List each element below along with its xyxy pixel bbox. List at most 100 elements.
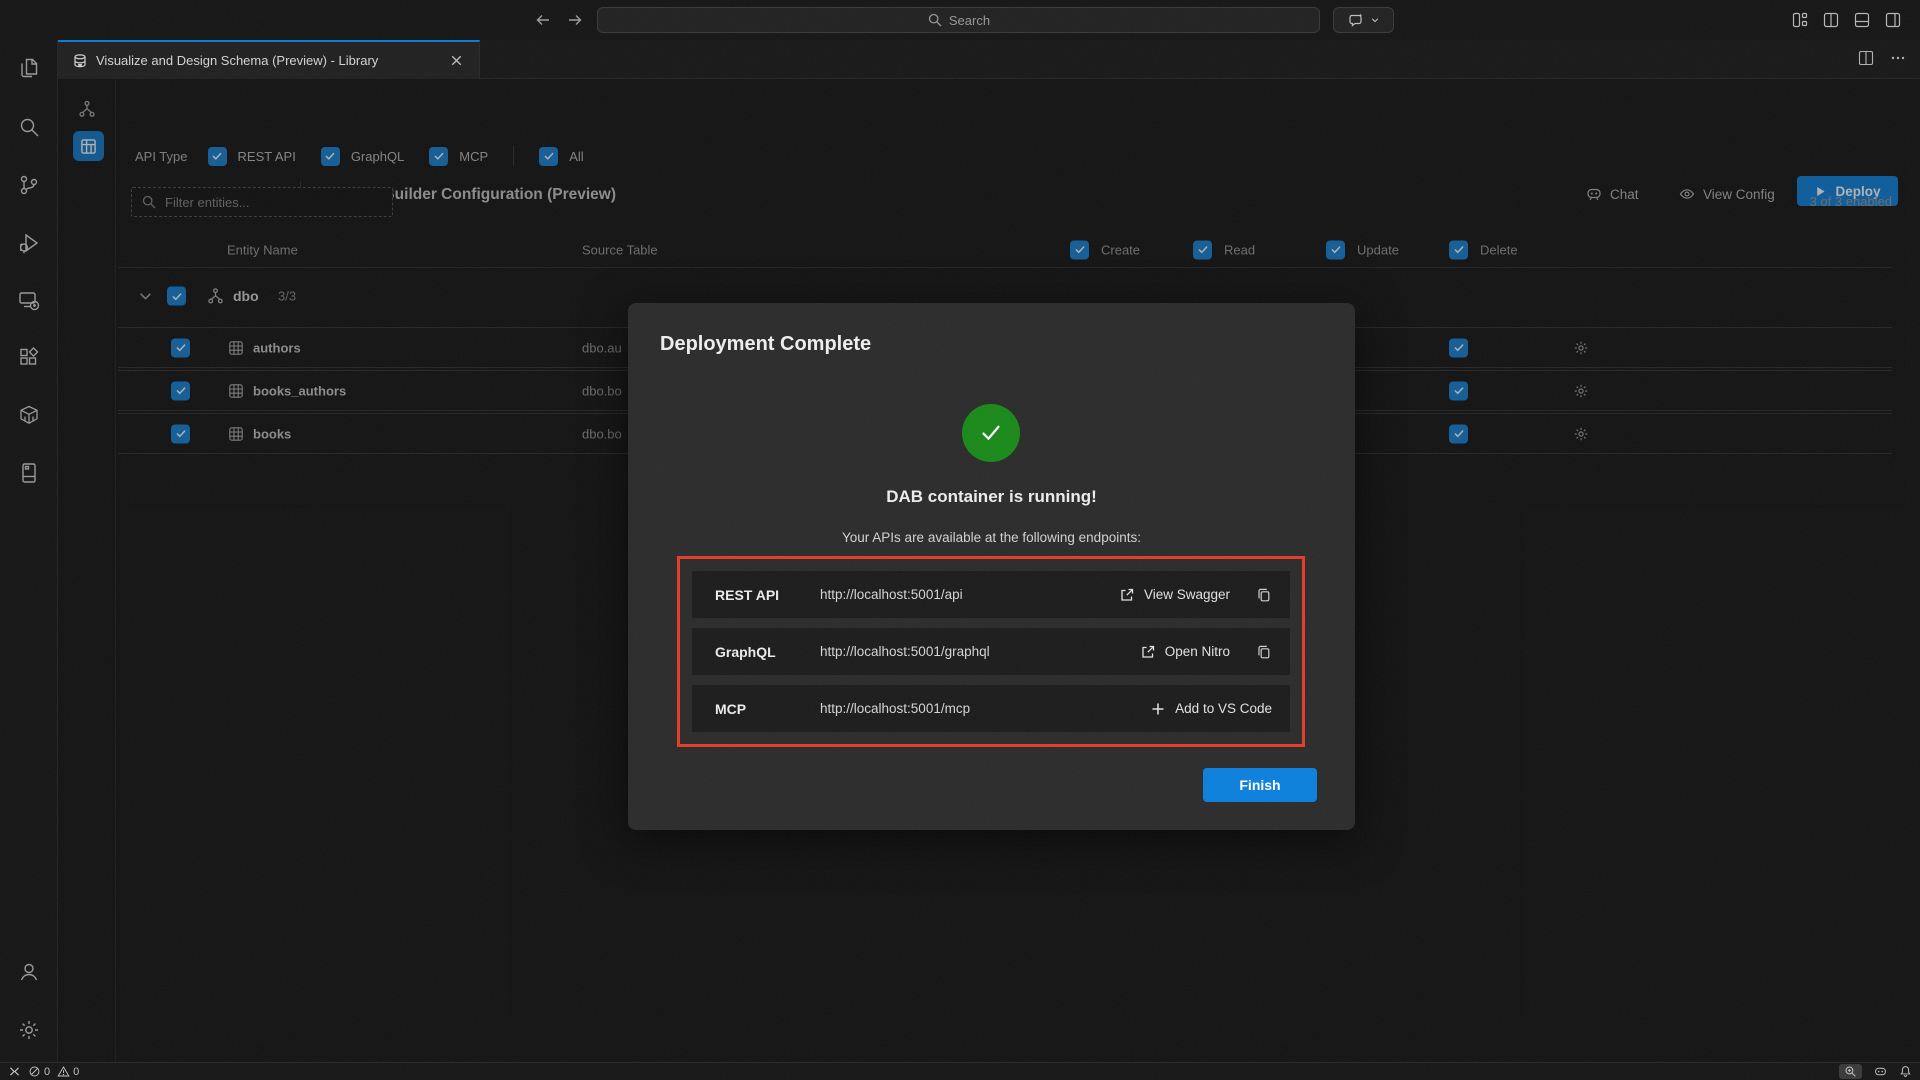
row-settings-gear-icon[interactable]: [1573, 383, 1589, 399]
command-center-search[interactable]: Search: [597, 7, 1320, 33]
external-link-icon: [1140, 644, 1156, 660]
copilot-icon[interactable]: [1874, 1065, 1887, 1078]
row-select-checkbox[interactable]: [171, 338, 190, 357]
container-icon[interactable]: [17, 403, 41, 427]
api-type-option-label: REST API: [238, 149, 296, 164]
warnings-indicator[interactable]: 0: [57, 1065, 79, 1078]
chat-button[interactable]: Chat: [1586, 186, 1639, 202]
table-config-icon[interactable]: [73, 131, 104, 161]
title-bar: Search: [0, 0, 1920, 40]
column-entity-name: Entity Name: [227, 242, 298, 257]
check-circle-icon: [962, 404, 1020, 462]
endpoint-row: MCP http://localhost:5001/mcp Add to VS …: [692, 685, 1290, 732]
endpoint-row: GraphQL http://localhost:5001/graphql Op…: [692, 628, 1290, 675]
endpoint-row: REST API http://localhost:5001/api View …: [692, 571, 1290, 618]
extensions-icon[interactable]: [17, 345, 41, 369]
customize-layout-icon[interactable]: [1791, 11, 1809, 29]
row-settings-gear-icon[interactable]: [1573, 340, 1589, 356]
split-editor-icon[interactable]: [1822, 11, 1840, 29]
source-table: dbo.bo: [582, 383, 622, 398]
row-select-checkbox[interactable]: [171, 381, 190, 400]
copy-icon[interactable]: [1256, 587, 1272, 603]
activity-bar: [0, 40, 58, 1062]
create-all-checkbox[interactable]: [1070, 240, 1089, 259]
api-type-option: All: [539, 147, 583, 166]
api-type-checkbox[interactable]: [321, 147, 340, 166]
close-icon[interactable]: [448, 52, 465, 69]
entity-name: books: [253, 426, 291, 441]
endpoint-url: http://localhost:5001/graphql: [820, 644, 1140, 659]
search-placeholder: Search: [949, 13, 990, 28]
history-back-icon[interactable]: [531, 8, 555, 32]
endpoint-label: GraphQL: [715, 644, 820, 660]
zoom-icon[interactable]: [1839, 1064, 1862, 1079]
status-heading: DAB container is running!: [628, 487, 1355, 507]
status-subheading: Your APIs are available at the following…: [628, 530, 1355, 545]
entity-name: books_authors: [253, 383, 346, 398]
endpoint-label: REST API: [715, 587, 820, 603]
remote-explorer-icon[interactable]: [17, 289, 41, 313]
database-icon[interactable]: [17, 461, 41, 485]
api-type-checkbox[interactable]: [429, 147, 448, 166]
filter-placeholder: Filter entities...: [165, 195, 250, 210]
schema-icon: [207, 288, 224, 305]
add-to-vscode-button[interactable]: Add to VS Code: [1150, 701, 1272, 717]
source-table: dbo.bo: [582, 426, 622, 441]
group-select-checkbox[interactable]: [167, 287, 186, 306]
history-forward-icon[interactable]: [563, 8, 587, 32]
api-type-checkbox[interactable]: [539, 147, 558, 166]
tab-title: Visualize and Design Schema (Preview) - …: [96, 53, 440, 68]
editor-tab[interactable]: Visualize and Design Schema (Preview) - …: [58, 40, 480, 79]
remote-icon[interactable]: [8, 1065, 21, 1078]
more-actions-icon[interactable]: [1890, 50, 1906, 66]
settings-gear-icon[interactable]: [17, 1018, 41, 1042]
endpoint-url: http://localhost:5001/mcp: [820, 701, 1150, 716]
open-link-button[interactable]: View Swagger: [1119, 587, 1230, 603]
bell-icon[interactable]: [1899, 1065, 1912, 1078]
search-icon[interactable]: [17, 115, 41, 139]
update-all-checkbox[interactable]: [1326, 240, 1345, 259]
api-type-option-label: GraphQL: [351, 149, 404, 164]
schema-icon[interactable]: [78, 100, 96, 118]
endpoint-url: http://localhost:5001/api: [820, 587, 1119, 602]
row-delete-checkbox[interactable]: [1449, 424, 1468, 443]
read-all-checkbox[interactable]: [1193, 240, 1212, 259]
chevron-down-icon[interactable]: [137, 288, 154, 305]
api-type-option: GraphQL: [321, 147, 404, 166]
editor-tab-bar: Visualize and Design Schema (Preview) - …: [58, 40, 1920, 79]
split-editor-icon[interactable]: [1858, 50, 1874, 66]
source-table: dbo.au: [582, 340, 622, 355]
view-config-button[interactable]: View Config: [1679, 186, 1775, 202]
explorer-icon[interactable]: [17, 56, 41, 80]
designer-view-strip: [58, 79, 116, 1062]
copy-icon[interactable]: [1256, 644, 1272, 660]
api-type-checkbox[interactable]: [208, 147, 227, 166]
copilot-chat-icon: [1348, 12, 1364, 28]
row-delete-checkbox[interactable]: [1449, 338, 1468, 357]
schema-designer-icon: [72, 53, 88, 69]
open-link-button[interactable]: Open Nitro: [1140, 644, 1230, 660]
toggle-secondary-sidebar-icon[interactable]: [1884, 11, 1902, 29]
api-type-label: API Type: [135, 149, 188, 164]
delete-all-checkbox[interactable]: [1449, 240, 1468, 259]
run-debug-icon[interactable]: [17, 231, 41, 255]
row-select-checkbox[interactable]: [171, 424, 190, 443]
dialog-title: Deployment Complete: [660, 333, 871, 356]
api-type-filters: API Type REST API GraphQL MCP All: [135, 145, 609, 167]
account-icon[interactable]: [17, 960, 41, 984]
errors-indicator[interactable]: 0: [28, 1065, 50, 1078]
row-delete-checkbox[interactable]: [1449, 381, 1468, 400]
entity-name: authors: [253, 340, 301, 355]
status-bar: 0 0: [0, 1062, 1920, 1080]
divider: [513, 146, 514, 166]
row-settings-gear-icon[interactable]: [1573, 426, 1589, 442]
source-control-icon[interactable]: [17, 173, 41, 197]
toggle-panel-icon[interactable]: [1853, 11, 1871, 29]
api-type-option: MCP: [429, 147, 488, 166]
table-icon: [228, 426, 244, 442]
copilot-menu-button[interactable]: [1333, 7, 1394, 33]
filter-entities-input[interactable]: Filter entities...: [131, 187, 393, 217]
enabled-count: 3 of 3 enabled: [1810, 194, 1892, 209]
vscode-window: Search Visualize and Design Schema (Prev…: [0, 0, 1920, 1080]
finish-button[interactable]: Finish: [1203, 768, 1317, 802]
